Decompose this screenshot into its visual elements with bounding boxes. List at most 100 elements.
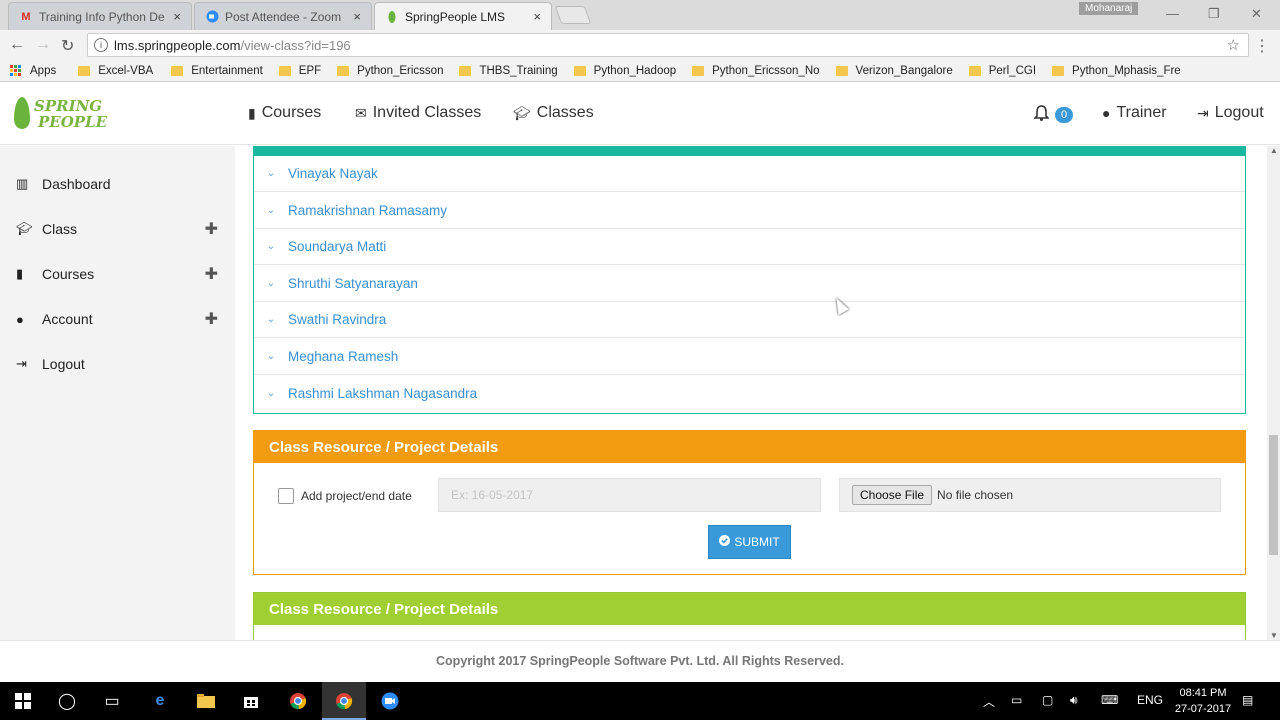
notification-badge[interactable]: 0 — [1055, 107, 1073, 123]
minimize-icon[interactable]: — — [1166, 6, 1179, 21]
user-icon: ● — [1102, 105, 1111, 121]
panel-title: Class Resource / Project Details — [254, 431, 1245, 463]
edge-browser-icon[interactable]: e — [149, 691, 171, 711]
action-center-icon[interactable]: ▤ — [1242, 693, 1253, 707]
bookmark-folder[interactable]: Python_Ericsson — [337, 65, 443, 77]
new-tab-button[interactable] — [554, 6, 592, 24]
attendee-row[interactable]: ⌄ Soundarya Matti — [254, 229, 1245, 265]
bell-icon[interactable] — [1033, 105, 1050, 126]
trainer-menu[interactable]: ● Trainer — [1102, 104, 1167, 122]
panel-title: Class Resource / Project Details — [254, 593, 1245, 625]
scroll-up-icon[interactable]: ▲ — [1270, 146, 1278, 155]
bookmark-folder[interactable]: Python_Mphasis_Fre — [1052, 65, 1181, 77]
close-tab-icon[interactable]: × — [533, 9, 541, 24]
forward-icon[interactable]: → — [35, 36, 51, 54]
nav-courses[interactable]: ▮ Courses — [248, 104, 321, 122]
windows-taskbar: ◯ ▭ e ︿ ▭ ▢ 🔊︎ ⌨ ENG 08:41 PM 27-07-2017… — [0, 682, 1280, 720]
folder-icon — [459, 65, 472, 76]
nav-invited-classes[interactable]: ✉ Invited Classes — [355, 104, 481, 122]
attendee-row[interactable]: ⌄ Ramakrishnan Ramasamy — [254, 193, 1245, 229]
expand-plus-icon[interactable]: ✚ — [205, 309, 218, 329]
page-footer: Copyright 2017 SpringPeople Software Pvt… — [0, 640, 1280, 682]
attendee-row[interactable]: ⌄ Vinayak Nayak — [254, 156, 1245, 192]
springpeople-logo[interactable]: SPRING PEOPLE — [12, 95, 112, 137]
info-icon[interactable]: i — [94, 38, 108, 52]
folder-icon — [835, 65, 848, 76]
end-date-input[interactable]: Ex: 16-05-2017 — [438, 478, 821, 512]
bookmark-apps[interactable]: Apps — [10, 64, 56, 77]
attendee-row[interactable]: ⌄ Swathi Ravindra — [254, 302, 1245, 338]
folder-icon — [171, 65, 184, 76]
browser-tab-zoom[interactable]: Post Attendee - Zoom × — [194, 2, 372, 30]
bookmark-folder[interactable]: EPF — [278, 64, 322, 77]
bookmark-folder[interactable]: Python_Ericsson_No — [692, 65, 820, 77]
resource-upload-panel: Class Resource / Project Details Add pro… — [253, 430, 1246, 575]
reload-icon[interactable]: ↻ — [61, 36, 74, 56]
expand-plus-icon[interactable]: ✚ — [205, 264, 218, 284]
bookmark-label: Entertainment — [191, 64, 263, 77]
volume-icon[interactable]: 🔊︎ — [1070, 693, 1078, 708]
cortana-search-icon[interactable]: ◯ — [56, 691, 78, 711]
attendee-name[interactable]: Soundarya Matti — [288, 239, 386, 254]
attendee-name[interactable]: Shruthi Satyanarayan — [288, 276, 418, 291]
network-icon[interactable]: ▢ — [1042, 693, 1053, 707]
browser-tab-gmail[interactable]: M Training Info Python De × — [8, 2, 192, 30]
sidebar-item-account[interactable]: ● Account ✚ — [16, 309, 226, 329]
battery-icon[interactable]: ▭ — [1011, 693, 1022, 707]
close-tab-icon[interactable]: × — [173, 9, 181, 24]
scrollbar-thumb[interactable] — [1269, 435, 1278, 555]
store-icon[interactable] — [240, 691, 262, 711]
nav-classes[interactable]: 🎓︎ Classes — [513, 104, 594, 122]
system-clock[interactable]: 08:41 PM 27-07-2017 — [1172, 685, 1234, 717]
restore-icon[interactable]: ❐ — [1208, 6, 1220, 22]
check-circle-icon — [719, 535, 731, 549]
expand-plus-icon[interactable]: ✚ — [205, 219, 218, 239]
task-view-icon[interactable]: ▭ — [101, 691, 123, 711]
bookmark-folder[interactable]: Excel-VBA — [78, 65, 153, 77]
close-window-icon[interactable]: ✕ — [1251, 6, 1262, 22]
project-date-checkbox[interactable] — [278, 488, 294, 504]
chrome-icon[interactable] — [333, 691, 355, 711]
main-content: ⌄ Vinayak Nayak ⌄ Ramakrishnan Ramasamy ⌄ S… — [235, 146, 1267, 640]
checkbox-label: Add project/end date — [301, 489, 412, 503]
attendee-name[interactable]: Meghana Ramesh — [288, 349, 398, 364]
attendee-row[interactable]: ⌄ Meghana Ramesh — [254, 339, 1245, 375]
choose-file-button[interactable]: Choose File — [852, 485, 933, 505]
scroll-down-icon[interactable]: ▼ — [1270, 631, 1278, 640]
browser-menu-icon[interactable]: ⋮ — [1254, 36, 1270, 56]
close-tab-icon[interactable]: × — [353, 9, 361, 24]
bookmark-folder[interactable]: Python_Hadoop — [573, 65, 676, 77]
sidebar-item-dashboard[interactable]: ▥ Dashboard — [16, 176, 226, 192]
sidebar-item-logout[interactable]: ⇥ Logout — [16, 356, 226, 372]
sidebar-item-class[interactable]: 🎓︎ Class ✚ — [16, 219, 226, 239]
file-explorer-icon[interactable] — [195, 691, 217, 711]
attendee-name[interactable]: Swathi Ravindra — [288, 312, 386, 327]
zoom-icon[interactable] — [379, 691, 401, 711]
attendee-name[interactable]: Rashmi Lakshman Nagasandra — [288, 386, 477, 401]
show-hidden-icons[interactable]: ︿ — [983, 693, 995, 710]
bookmark-star-icon[interactable]: ☆ — [1227, 36, 1240, 54]
sidebar-item-courses[interactable]: ▮ Courses ✚ — [16, 264, 226, 284]
language-indicator[interactable]: ENG — [1137, 693, 1163, 707]
bookmark-folder[interactable]: THBS_Training — [459, 65, 558, 77]
bookmark-folder[interactable]: Entertainment — [171, 65, 263, 77]
submit-button[interactable]: SUBMIT — [708, 525, 791, 559]
attendee-row[interactable]: ⌄ Shruthi Satyanarayan — [254, 266, 1245, 302]
bookmark-label: EPF — [298, 64, 322, 77]
bookmark-folder[interactable]: Perl_CGI — [968, 65, 1036, 77]
header-logout[interactable]: ⇥ Logout — [1197, 104, 1264, 122]
url-bar[interactable]: i lms.springpeople.com/view-class?id=196… — [87, 33, 1249, 57]
page-scrollbar[interactable]: ▲ ▼ — [1267, 146, 1280, 640]
logo-text: PEOPLE — [38, 113, 108, 131]
back-icon[interactable]: ← — [9, 36, 25, 54]
bookmark-folder[interactable]: Verizon_Bangalore — [835, 65, 953, 77]
browser-profile-badge[interactable]: Mohanaraj — [1079, 2, 1139, 15]
windows-start-icon[interactable] — [12, 691, 34, 711]
keyboard-icon[interactable]: ⌨ — [1101, 693, 1118, 707]
attendee-name[interactable]: Vinayak Nayak — [288, 166, 378, 181]
chrome-icon[interactable] — [287, 691, 309, 711]
attendee-name[interactable]: Ramakrishnan Ramasamy — [288, 203, 447, 218]
attendee-row[interactable]: ⌄ Rashmi Lakshman Nagasandra — [254, 375, 1245, 411]
bookmarks-bar: Apps Excel-VBA Entertainment EPF Python_… — [0, 60, 1280, 82]
browser-tab-springpeople[interactable]: SpringPeople LMS × — [374, 2, 552, 30]
